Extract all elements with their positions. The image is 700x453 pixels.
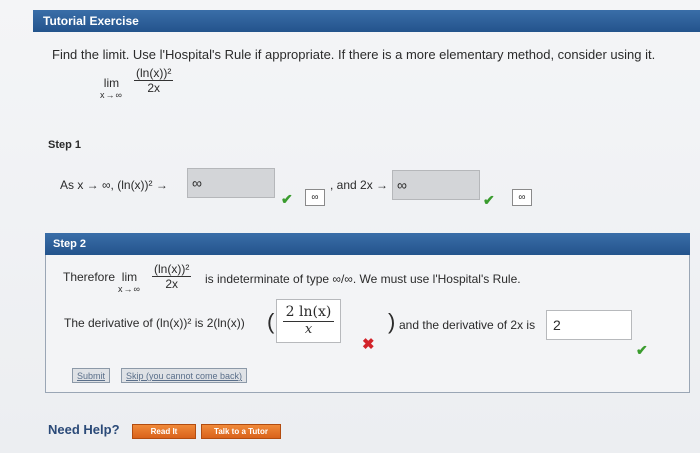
step1-label: Step 1: [48, 139, 82, 151]
need-help-label: Need Help?: [48, 422, 120, 437]
step2-label: Step 2: [53, 238, 87, 250]
step2-input-numerator: 2 ln(x): [283, 304, 334, 322]
tutorial-title-bar: Tutorial Exercise: [33, 10, 700, 32]
step1-answer1-check-icon: ✔: [281, 191, 293, 207]
close-paren: ): [388, 309, 396, 334]
problem-instructions: Find the limit. Use l'Hospital's Rule if…: [52, 47, 656, 62]
step2-input-denominator: x: [304, 322, 313, 337]
problem-lim-sub: x→∞: [100, 90, 123, 100]
step1-answer1-input[interactable]: ∞: [187, 168, 275, 198]
problem-fraction: (ln(x))² 2x: [134, 66, 174, 95]
submit-button[interactable]: Submit: [72, 368, 111, 383]
step2-fraction: (ln(x))² 2x: [152, 262, 192, 291]
skip-button[interactable]: Skip (you cannot come back): [121, 368, 248, 383]
tutorial-title: Tutorial Exercise: [43, 14, 139, 28]
step2-derivative-prefix: The derivative of (ln(x))² is 2(ln(x)): [64, 316, 245, 330]
step1-hint2-box: ∞: [512, 189, 532, 206]
tutorial-panel: Tutorial Exercise Find the limit. Use l'…: [0, 0, 700, 453]
step2-derivative-suffix: and the derivative of 2x is: [399, 318, 536, 332]
step1-middle-text: , and 2x →: [330, 178, 389, 192]
step2-denominator: 2x: [165, 277, 178, 291]
problem-limit: lim x→∞: [100, 76, 123, 100]
open-paren: (: [267, 309, 275, 334]
step1-prefix: As x → ∞, (ln(x))² →: [60, 178, 168, 192]
step2-numerator: (ln(x))²: [152, 262, 192, 277]
step1-hint1-box: ∞: [305, 189, 325, 206]
step2-indeterminate-text: is indeterminate of type ∞/∞. We must us…: [205, 272, 521, 286]
step2-answer-2x-check-icon: ✔: [636, 342, 648, 358]
step1-answer2-check-icon: ✔: [483, 192, 495, 208]
step2-lim-sub: x→∞: [118, 284, 141, 294]
step2-therefore: Therefore: [63, 270, 116, 284]
step1-answer2-input[interactable]: ∞: [392, 170, 480, 200]
step2-lim-word: lim: [121, 270, 138, 284]
problem-numerator: (ln(x))²: [134, 66, 174, 81]
problem-denominator: 2x: [147, 81, 160, 95]
step2-answer-2x-input[interactable]: 2: [546, 310, 632, 340]
step2-derivative-input[interactable]: 2 ln(x) x: [276, 299, 341, 343]
step2-incorrect-icon: ✖: [362, 336, 375, 353]
problem-lim-word: lim: [103, 76, 120, 90]
read-it-button[interactable]: Read It: [132, 424, 196, 439]
step2-limit: lim x→∞: [118, 270, 141, 294]
step2-header: Step 2: [45, 233, 690, 255]
talk-to-tutor-button[interactable]: Talk to a Tutor: [201, 424, 281, 439]
